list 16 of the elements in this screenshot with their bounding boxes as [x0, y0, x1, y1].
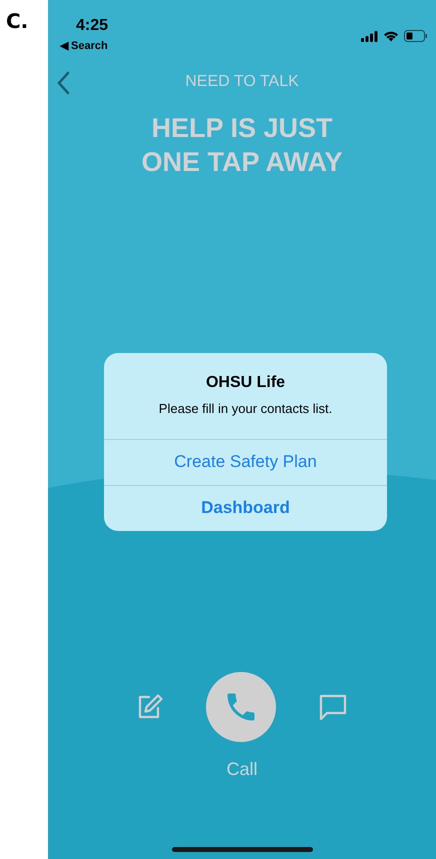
alert-title: OHSU Life — [206, 373, 286, 393]
figure-label: C. — [6, 9, 28, 33]
battery-icon — [404, 30, 428, 42]
back-to-search-link[interactable]: ◀ Search — [60, 38, 108, 54]
wifi-icon — [383, 30, 399, 42]
headline-text: ONE TAP AWAY — [141, 146, 343, 178]
message-icon[interactable] — [318, 693, 348, 721]
call-label: Call — [226, 758, 258, 781]
headline-text: HELP IS JUST — [151, 112, 333, 144]
alert-action-button[interactable]: Dashboard — [104, 484, 387, 530]
screen-title: NEED TO TALK — [185, 72, 299, 92]
alert-action-button[interactable]: Create Safety Plan — [104, 438, 387, 484]
signal-icon — [361, 30, 378, 42]
edit-icon[interactable] — [136, 693, 164, 721]
alert-message: Please fill in your contacts list. — [158, 400, 332, 418]
status-time: 4:25 — [76, 16, 108, 36]
